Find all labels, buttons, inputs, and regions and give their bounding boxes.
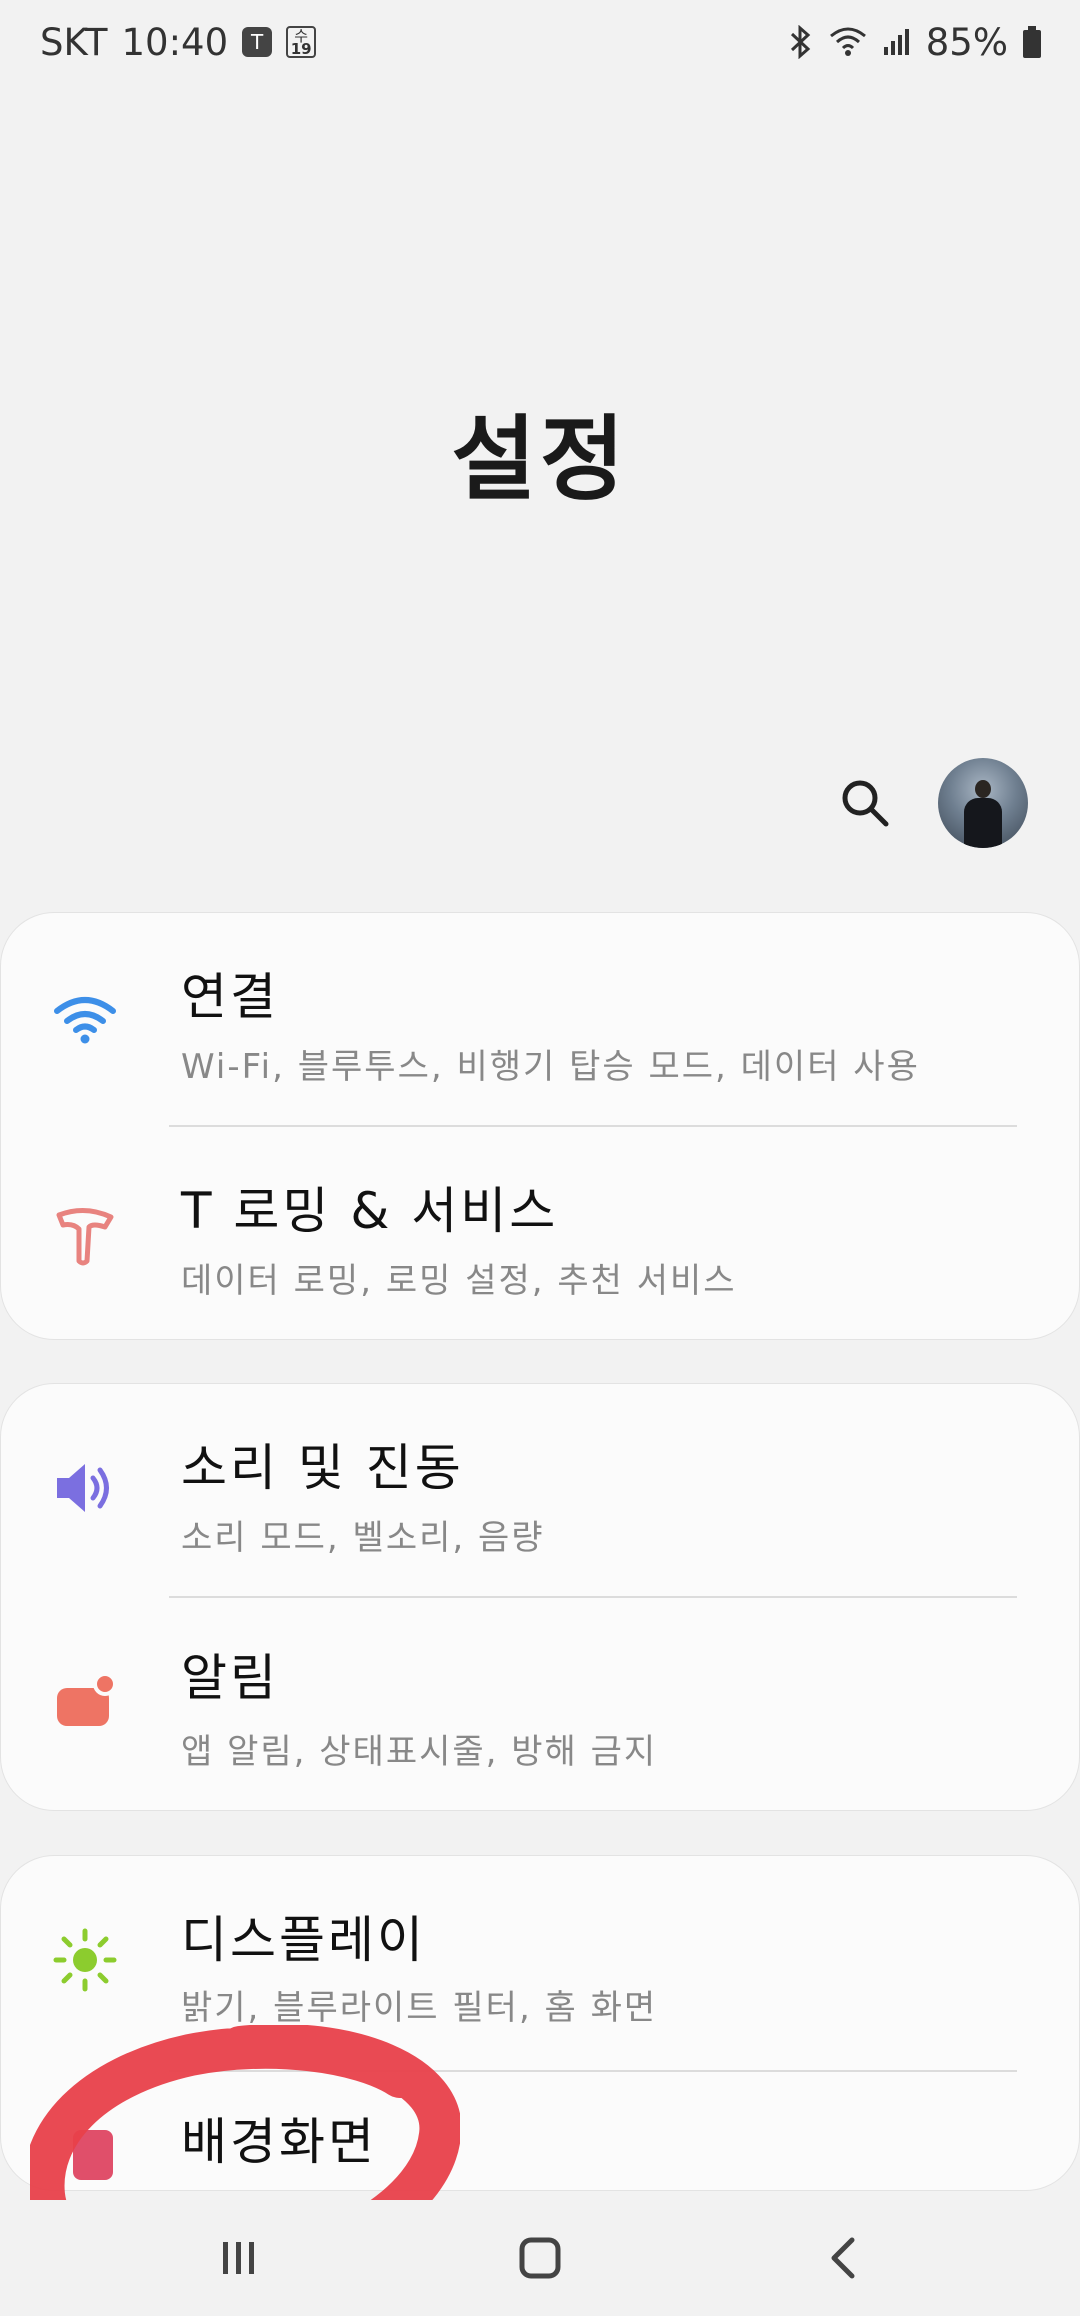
settings-item-description: Wi-Fi, 블루투스, 비행기 탑승 모드, 데이터 사용 xyxy=(181,1047,920,1087)
bluetooth-icon xyxy=(788,25,814,59)
settings-item-label: 배경화면 xyxy=(181,2113,377,2171)
speaker-icon xyxy=(53,1456,117,1520)
settings-item-display[interactable]: 디스플레이 밝기, 블루라이트 필터, 홈 화면 xyxy=(1,1856,1080,2070)
settings-item-description: 밝기, 블루라이트 필터, 홈 화면 xyxy=(181,1988,658,2028)
wifi-icon xyxy=(53,987,117,1051)
navigation-bar xyxy=(0,2200,1080,2316)
wallpaper-icon xyxy=(53,2122,117,2186)
page-title: 설정 xyxy=(451,406,629,513)
signal-icon xyxy=(882,27,912,57)
brightness-icon xyxy=(53,1928,117,1992)
settings-item-label: 연결 xyxy=(181,968,279,1026)
settings-item-notifications[interactable]: 알림 앱 알림, 상태표시줄, 방해 금지 xyxy=(1,1598,1080,1812)
avatar-head xyxy=(975,780,991,798)
home-icon[interactable] xyxy=(516,2234,564,2286)
settings-card-sound: 소리 및 진동 소리 모드, 벨소리, 음량 알림 앱 알림, 상태표시줄, 방… xyxy=(0,1383,1080,1811)
clock: 10:40 xyxy=(121,20,229,64)
wifi-status-icon xyxy=(828,26,868,58)
settings-item-wallpaper[interactable]: 배경화면 xyxy=(1,2072,1080,2192)
settings-item-t-roaming[interactable]: T 로밍 & 서비스 데이터 로밍, 로밍 설정, 추천 서비스 xyxy=(1,1127,1080,1341)
back-icon[interactable] xyxy=(820,2234,868,2286)
settings-card-display: 디스플레이 밝기, 블루라이트 필터, 홈 화면 배경화면 xyxy=(0,1855,1080,2191)
battery-icon xyxy=(1022,25,1042,59)
carrier-label: SKT xyxy=(40,20,108,64)
settings-card-connections: 연결 Wi-Fi, 블루투스, 비행기 탑승 모드, 데이터 사용 T 로밍 &… xyxy=(0,912,1080,1340)
settings-item-label: 소리 및 진동 xyxy=(181,1439,464,1497)
battery-percent: 85% xyxy=(925,20,1008,64)
recent-apps-icon[interactable] xyxy=(215,2234,263,2286)
search-icon[interactable] xyxy=(838,776,892,830)
avatar-body xyxy=(964,798,1002,848)
settings-screen: SKT 10:40 T 수 19 85% 설정 연결 Wi-Fi, 블루투스, … xyxy=(0,0,1080,2316)
settings-item-description: 데이터 로밍, 로밍 설정, 추천 서비스 xyxy=(181,1261,737,1301)
settings-item-description: 소리 모드, 벨소리, 음량 xyxy=(181,1518,545,1558)
settings-item-label: 알림 xyxy=(181,1649,279,1707)
status-right: 85% xyxy=(788,21,1042,64)
calendar-icon: 수 19 xyxy=(286,26,317,58)
profile-avatar[interactable] xyxy=(938,758,1028,848)
calendar-date: 19 xyxy=(290,40,312,58)
t-notification-icon: T xyxy=(242,27,273,57)
settings-item-label: T 로밍 & 서비스 xyxy=(181,1182,559,1240)
status-left: SKT 10:40 T 수 19 xyxy=(40,20,317,64)
settings-item-sound-vibration[interactable]: 소리 및 진동 소리 모드, 벨소리, 음량 xyxy=(1,1384,1080,1598)
settings-item-connections[interactable]: 연결 Wi-Fi, 블루투스, 비행기 탑승 모드, 데이터 사용 xyxy=(1,913,1080,1127)
settings-item-label: 디스플레이 xyxy=(181,1911,426,1969)
status-bar: SKT 10:40 T 수 19 85% xyxy=(0,0,1080,84)
notification-icon xyxy=(53,1670,117,1734)
t-logo-icon xyxy=(53,1205,117,1269)
settings-item-description: 앱 알림, 상태표시줄, 방해 금지 xyxy=(181,1732,658,1772)
